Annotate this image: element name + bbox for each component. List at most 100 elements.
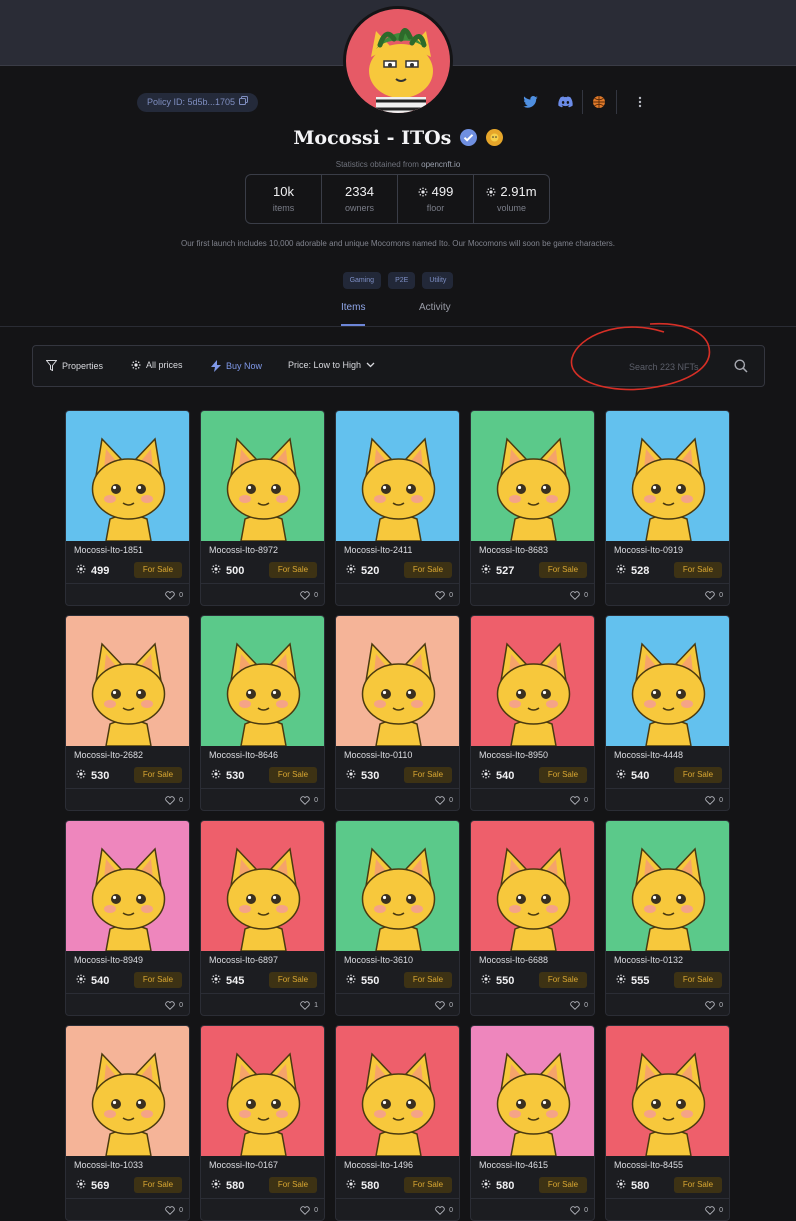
twitter-icon[interactable] <box>520 92 540 112</box>
for-sale-badge[interactable]: For Sale <box>539 1177 587 1193</box>
like-button[interactable]: 0 <box>705 591 723 600</box>
for-sale-badge[interactable]: For Sale <box>269 1177 317 1193</box>
nft-image[interactable] <box>336 616 459 746</box>
nft-image[interactable] <box>66 821 189 951</box>
like-button[interactable]: 0 <box>570 796 588 805</box>
website-icon[interactable] <box>589 92 609 112</box>
nft-card-footer: 0 <box>471 788 594 810</box>
nft-card[interactable]: Mocossi-Ito-2411 520 For Sale 0 <box>335 410 460 606</box>
like-button[interactable]: 0 <box>165 796 183 805</box>
nft-image[interactable] <box>336 821 459 951</box>
for-sale-badge[interactable]: For Sale <box>539 767 587 783</box>
nft-image[interactable] <box>606 1026 729 1156</box>
for-sale-badge[interactable]: For Sale <box>404 767 452 783</box>
nft-card[interactable]: Mocossi-Ito-1033 569 For Sale 0 <box>65 1025 190 1221</box>
nft-card[interactable]: Mocossi-Ito-8972 500 For Sale 0 <box>200 410 325 606</box>
nft-card[interactable]: Mocossi-Ito-4448 540 For Sale 0 <box>605 615 730 811</box>
tag-p2e[interactable]: P2E <box>388 272 416 289</box>
all-prices-filter-button[interactable]: All prices <box>131 360 183 370</box>
policy-id-pill[interactable]: Policy ID: 5d5b...1705 <box>137 93 259 112</box>
like-button[interactable]: 0 <box>705 1001 723 1010</box>
tab-items[interactable]: Items <box>341 302 366 326</box>
tag-gaming[interactable]: Gaming <box>342 272 382 289</box>
nft-card[interactable]: Mocossi-Ito-0919 528 For Sale 0 <box>605 410 730 606</box>
nft-image[interactable] <box>336 1026 459 1156</box>
nft-image[interactable] <box>606 411 729 541</box>
discord-icon[interactable] <box>555 92 575 112</box>
for-sale-badge[interactable]: For Sale <box>674 972 722 988</box>
like-button[interactable]: 0 <box>435 1206 453 1215</box>
nft-card[interactable]: Mocossi-Ito-8455 580 For Sale 0 <box>605 1025 730 1221</box>
nft-image[interactable] <box>66 411 189 541</box>
for-sale-badge[interactable]: For Sale <box>134 767 182 783</box>
for-sale-badge[interactable]: For Sale <box>269 767 317 783</box>
nft-image[interactable] <box>201 1026 324 1156</box>
nft-card[interactable]: Mocossi-Ito-6688 550 For Sale 0 <box>470 820 595 1016</box>
like-button[interactable]: 0 <box>435 591 453 600</box>
for-sale-badge[interactable]: For Sale <box>404 1177 452 1193</box>
nft-card[interactable]: Mocossi-Ito-1851 499 For Sale 0 <box>65 410 190 606</box>
like-button[interactable]: 0 <box>570 1206 588 1215</box>
for-sale-badge[interactable]: For Sale <box>134 562 182 578</box>
more-options-icon[interactable] <box>630 92 650 112</box>
copy-icon[interactable] <box>239 93 249 112</box>
like-button[interactable]: 0 <box>705 796 723 805</box>
nft-image[interactable] <box>606 616 729 746</box>
for-sale-badge[interactable]: For Sale <box>674 1177 722 1193</box>
like-button[interactable]: 0 <box>165 1206 183 1215</box>
nft-image[interactable] <box>471 1026 594 1156</box>
nft-card[interactable]: Mocossi-Ito-3610 550 For Sale 0 <box>335 820 460 1016</box>
properties-filter-button[interactable]: Properties <box>46 360 103 371</box>
nft-image[interactable] <box>471 821 594 951</box>
for-sale-badge[interactable]: For Sale <box>404 562 452 578</box>
for-sale-badge[interactable]: For Sale <box>404 972 452 988</box>
nft-card[interactable]: Mocossi-Ito-1496 580 For Sale 0 <box>335 1025 460 1221</box>
tab-activity[interactable]: Activity <box>419 302 451 313</box>
search-icon[interactable] <box>734 359 748 373</box>
nft-card[interactable]: Mocossi-Ito-8949 540 For Sale 0 <box>65 820 190 1016</box>
like-button[interactable]: 0 <box>165 591 183 600</box>
nft-card[interactable]: Mocossi-Ito-2682 530 For Sale 0 <box>65 615 190 811</box>
for-sale-badge[interactable]: For Sale <box>674 767 722 783</box>
nft-card[interactable]: Mocossi-Ito-8646 530 For Sale 0 <box>200 615 325 811</box>
like-button[interactable]: 0 <box>570 591 588 600</box>
buy-now-toggle[interactable]: Buy Now <box>211 360 262 372</box>
nft-image[interactable] <box>471 411 594 541</box>
like-button[interactable]: 0 <box>165 1001 183 1010</box>
nft-image[interactable] <box>201 411 324 541</box>
nft-image[interactable] <box>66 1026 189 1156</box>
for-sale-badge[interactable]: For Sale <box>269 562 317 578</box>
nft-card[interactable]: Mocossi-Ito-0167 580 For Sale 0 <box>200 1025 325 1221</box>
nft-card[interactable]: Mocossi-Ito-0110 530 For Sale 0 <box>335 615 460 811</box>
sort-select[interactable]: Price: Low to High <box>288 360 375 370</box>
like-button[interactable]: 1 <box>300 1001 318 1010</box>
for-sale-badge[interactable]: For Sale <box>269 972 317 988</box>
like-button[interactable]: 0 <box>300 1206 318 1215</box>
nft-card[interactable]: Mocossi-Ito-6897 545 For Sale 1 <box>200 820 325 1016</box>
nft-card[interactable]: Mocossi-Ito-8683 527 For Sale 0 <box>470 410 595 606</box>
for-sale-badge[interactable]: For Sale <box>134 972 182 988</box>
nft-card[interactable]: Mocossi-Ito-8950 540 For Sale 0 <box>470 615 595 811</box>
nft-image[interactable] <box>201 821 324 951</box>
like-button[interactable]: 0 <box>435 796 453 805</box>
for-sale-badge[interactable]: For Sale <box>539 972 587 988</box>
nft-image[interactable] <box>471 616 594 746</box>
like-button[interactable]: 0 <box>300 796 318 805</box>
nft-card[interactable]: Mocossi-Ito-4615 580 For Sale 0 <box>470 1025 595 1221</box>
like-button[interactable]: 0 <box>300 591 318 600</box>
nft-card[interactable]: Mocossi-Ito-0132 555 For Sale 0 <box>605 820 730 1016</box>
nft-card-footer: 0 <box>606 993 729 1015</box>
stats-source-link[interactable]: opencnft.io <box>421 160 460 169</box>
like-button[interactable]: 0 <box>570 1001 588 1010</box>
nft-image[interactable] <box>66 616 189 746</box>
for-sale-badge[interactable]: For Sale <box>134 1177 182 1193</box>
search-input[interactable] <box>629 359 749 375</box>
for-sale-badge[interactable]: For Sale <box>674 562 722 578</box>
like-button[interactable]: 0 <box>705 1206 723 1215</box>
like-button[interactable]: 0 <box>435 1001 453 1010</box>
for-sale-badge[interactable]: For Sale <box>539 562 587 578</box>
nft-image[interactable] <box>201 616 324 746</box>
nft-image[interactable] <box>336 411 459 541</box>
tag-utility[interactable]: Utility <box>422 272 454 289</box>
nft-image[interactable] <box>606 821 729 951</box>
